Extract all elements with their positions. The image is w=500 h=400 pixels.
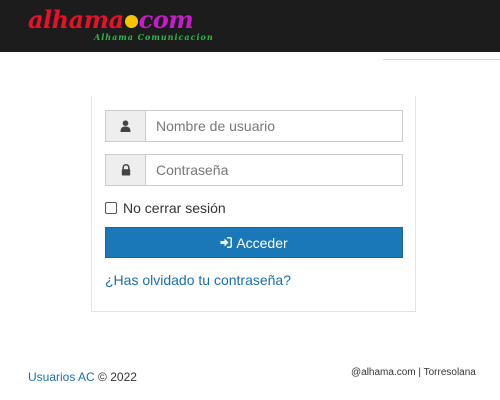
logo-text-com: com (138, 5, 194, 34)
login-submit-label: Acceder (236, 234, 288, 251)
remember-me-row[interactable]: No cerrar sesión (105, 200, 226, 216)
password-input-group (105, 154, 403, 186)
logo-wordmark: alhama com (28, 5, 194, 34)
username-input[interactable] (145, 110, 403, 142)
top-header-bar: alhama com Alhama Comunicacion (0, 0, 500, 52)
user-icon (105, 110, 145, 142)
remember-me-checkbox[interactable] (105, 202, 117, 214)
forgot-password-link[interactable]: ¿Has olvidado tu contraseña? (105, 272, 291, 288)
remember-me-label: No cerrar sesión (123, 200, 226, 216)
logo-text-main: alhama (28, 5, 124, 34)
login-submit-button[interactable]: Acceder (105, 227, 403, 258)
footer-copyright: © 2022 (98, 370, 137, 384)
username-input-group (105, 110, 403, 142)
password-input[interactable] (145, 154, 403, 186)
footer-credits: @alhama.com | Torresolana (351, 367, 476, 378)
footer-users-link[interactable]: Usuarios AC (28, 370, 95, 384)
header-divider (383, 59, 500, 60)
logo-tagline: Alhama Comunicacion (94, 32, 214, 42)
lock-icon (105, 154, 145, 186)
sign-in-icon (220, 237, 233, 248)
logo-dot-icon (124, 15, 138, 28)
alhama-logo[interactable]: alhama com Alhama Comunicacion (28, 6, 218, 46)
footer-left: Usuarios AC © 2022 (28, 370, 137, 384)
